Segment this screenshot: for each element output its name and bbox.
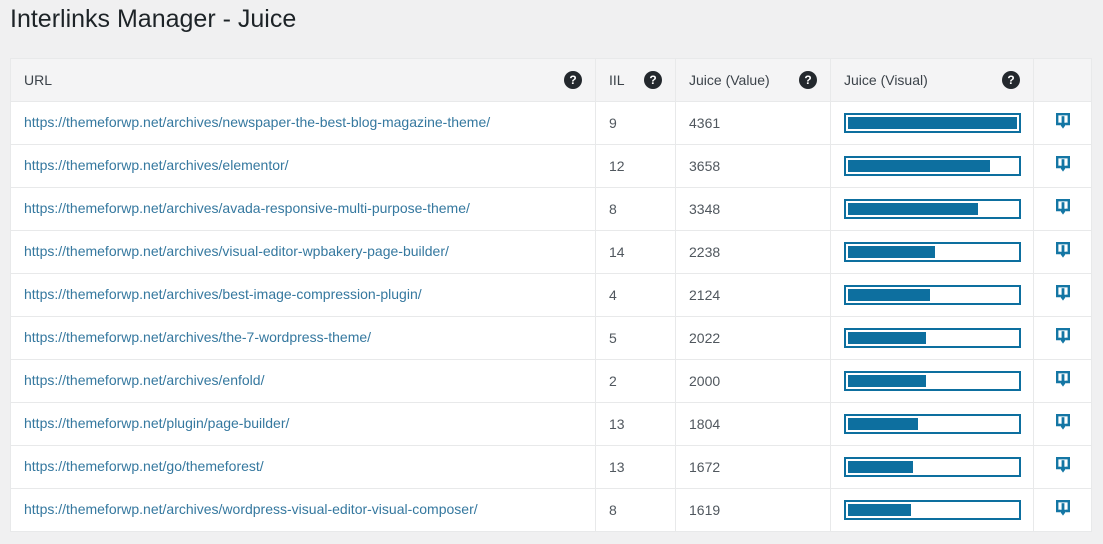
iil-value: 14 (609, 243, 625, 260)
iil-value: 5 (609, 329, 617, 346)
juice-bar-fill (848, 417, 918, 430)
juice-bar (844, 155, 1021, 176)
download-icon (1055, 284, 1070, 301)
table-header-row: URL ? IIL ? Juice (Value) ? Juice (Visua… (10, 57, 1092, 102)
juice-value: 2022 (689, 329, 721, 346)
juice-bar (844, 198, 1021, 219)
juice-value: 1804 (689, 415, 721, 432)
column-header-url: URL ? (10, 57, 596, 102)
table-row: https://themeforwp.net/archives/elemento… (10, 143, 1092, 188)
help-icon[interactable]: ? (564, 70, 582, 89)
url-link[interactable]: https://themeforwp.net/plugin/page-build… (24, 415, 289, 431)
table-row: https://themeforwp.net/archives/visual-e… (10, 229, 1092, 274)
url-link[interactable]: https://themeforwp.net/archives/wordpres… (24, 501, 478, 517)
page: Interlinks Manager - Juice URL ? IIL ? J… (0, 0, 1103, 532)
table-row: https://themeforwp.net/go/themeforest/ 1… (10, 444, 1092, 489)
juice-bar (844, 370, 1021, 391)
export-juice-button[interactable] (1051, 453, 1075, 478)
juice-bar-fill (848, 460, 913, 473)
juice-table: URL ? IIL ? Juice (Value) ? Juice (Visua… (10, 57, 1092, 532)
iil-value: 4 (609, 286, 617, 303)
export-juice-button[interactable] (1051, 238, 1075, 263)
export-juice-button[interactable] (1051, 496, 1075, 521)
download-icon (1055, 370, 1070, 387)
table-row: https://themeforwp.net/archives/wordpres… (10, 487, 1092, 532)
column-header-iil: IIL ? (595, 57, 676, 102)
export-juice-button[interactable] (1051, 195, 1075, 220)
url-link[interactable]: https://themeforwp.net/archives/the-7-wo… (24, 329, 371, 345)
download-icon (1055, 198, 1070, 215)
iil-value: 13 (609, 458, 625, 475)
url-link[interactable]: https://themeforwp.net/go/themeforest/ (24, 458, 264, 474)
column-header-url-label: URL (24, 71, 53, 88)
export-juice-button[interactable] (1051, 324, 1075, 349)
juice-bar-fill (848, 245, 935, 258)
column-header-actions (1033, 57, 1092, 102)
juice-bar-fill (848, 503, 911, 516)
juice-bar-fill (848, 202, 978, 215)
column-header-juice-visual-label: Juice (Visual) (844, 71, 928, 88)
iil-value: 8 (609, 501, 617, 518)
table-row: https://themeforwp.net/archives/best-ima… (10, 272, 1092, 317)
juice-bar (844, 284, 1021, 305)
help-icon[interactable]: ? (644, 70, 662, 89)
juice-bar (844, 413, 1021, 434)
juice-value: 2238 (689, 243, 721, 260)
juice-bar-fill (848, 116, 1017, 129)
iil-value: 2 (609, 372, 617, 389)
iil-value: 8 (609, 200, 617, 217)
juice-bar-fill (848, 159, 990, 172)
juice-bar (844, 456, 1021, 477)
url-link[interactable]: https://themeforwp.net/archives/best-ima… (24, 286, 422, 302)
download-icon (1055, 413, 1070, 430)
export-juice-button[interactable] (1051, 410, 1075, 435)
column-header-juice-value: Juice (Value) ? (675, 57, 831, 102)
export-juice-button[interactable] (1051, 152, 1075, 177)
help-icon[interactable]: ? (799, 70, 817, 89)
download-icon (1055, 499, 1070, 516)
iil-value: 9 (609, 114, 617, 131)
juice-value: 3348 (689, 200, 721, 217)
download-icon (1055, 112, 1070, 129)
juice-bar-fill (848, 374, 926, 387)
url-link[interactable]: https://themeforwp.net/archives/avada-re… (24, 200, 470, 216)
table-row: https://themeforwp.net/archives/enfold/ … (10, 358, 1092, 403)
juice-value: 3658 (689, 157, 721, 174)
juice-bar-fill (848, 331, 927, 344)
juice-bar-fill (848, 288, 931, 301)
column-header-juice-visual: Juice (Visual) ? (830, 57, 1034, 102)
table-row: https://themeforwp.net/archives/avada-re… (10, 186, 1092, 231)
juice-value: 1672 (689, 458, 721, 475)
download-icon (1055, 456, 1070, 473)
download-icon (1055, 327, 1070, 344)
export-juice-button[interactable] (1051, 367, 1075, 392)
page-title: Interlinks Manager - Juice (10, 5, 297, 33)
url-link[interactable]: https://themeforwp.net/archives/newspape… (24, 114, 490, 130)
juice-value: 4361 (689, 114, 721, 131)
juice-value: 1619 (689, 501, 721, 518)
help-icon[interactable]: ? (1002, 70, 1020, 89)
juice-bar (844, 112, 1021, 133)
url-link[interactable]: https://themeforwp.net/archives/visual-e… (24, 243, 449, 259)
table-row: https://themeforwp.net/plugin/page-build… (10, 401, 1092, 446)
url-link[interactable]: https://themeforwp.net/archives/enfold/ (24, 372, 264, 388)
juice-value: 2000 (689, 372, 721, 389)
juice-bar (844, 327, 1021, 348)
export-juice-button[interactable] (1051, 281, 1075, 306)
download-icon (1055, 241, 1070, 258)
download-icon (1055, 155, 1070, 172)
juice-value: 2124 (689, 286, 721, 303)
url-link[interactable]: https://themeforwp.net/archives/elemento… (24, 157, 289, 173)
column-header-juice-value-label: Juice (Value) (689, 71, 770, 88)
table-row: https://themeforwp.net/archives/the-7-wo… (10, 315, 1092, 360)
column-header-iil-label: IIL (609, 71, 625, 88)
juice-bar (844, 241, 1021, 262)
juice-bar (844, 499, 1021, 520)
iil-value: 12 (609, 157, 625, 174)
table-row: https://themeforwp.net/archives/newspape… (10, 100, 1092, 145)
export-juice-button[interactable] (1051, 109, 1075, 134)
iil-value: 13 (609, 415, 625, 432)
